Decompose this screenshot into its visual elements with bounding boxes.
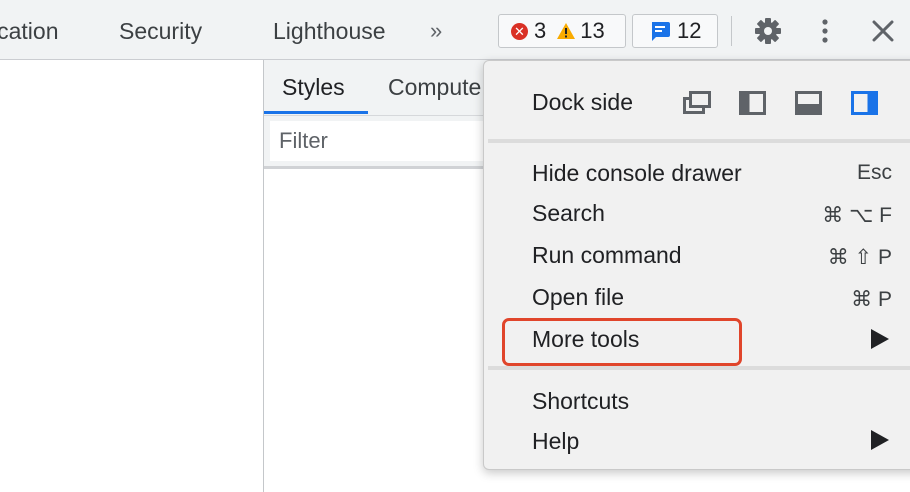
- dock-side-label: Dock side: [532, 89, 633, 115]
- menu-item-search[interactable]: Search: [532, 200, 605, 227]
- devtools-window: ication Security Lighthouse » ✕ 3 13 12: [0, 0, 910, 492]
- more-tabs-button[interactable]: »: [430, 0, 442, 60]
- close-icon[interactable]: [868, 16, 898, 46]
- menu-divider: [488, 366, 910, 370]
- toolbar-divider: [731, 16, 732, 46]
- errors-count: 3: [534, 18, 547, 43]
- message-icon: [652, 22, 670, 41]
- issues-counter[interactable]: 12: [632, 14, 718, 48]
- menu-item-run-command[interactable]: Run command: [532, 242, 682, 269]
- menu-item-help[interactable]: Help: [532, 428, 579, 455]
- tab-lighthouse[interactable]: Lighthouse: [273, 0, 386, 60]
- tab-application[interactable]: ication: [0, 0, 58, 60]
- menu-item-open-file[interactable]: Open file: [532, 284, 624, 311]
- gear-icon[interactable]: [753, 16, 783, 46]
- shortcut-search: ⌘ ⌥ F: [822, 204, 892, 227]
- highlight-box: [502, 318, 742, 366]
- submenu-arrow-icon: [871, 430, 889, 450]
- devtools-settings-menu: Dock side Hide console drawer Esc Search…: [483, 60, 910, 470]
- dock-left-icon[interactable]: [738, 90, 768, 116]
- shortcut-run-command: ⌘ ⇧ P: [827, 246, 892, 269]
- tab-styles[interactable]: Styles: [282, 60, 345, 114]
- tab-security[interactable]: Security: [119, 0, 202, 60]
- errors-warnings-counter[interactable]: ✕ 3 13: [498, 14, 626, 48]
- shortcut-open-file: ⌘ P: [851, 288, 892, 311]
- menu-item-hide-console-drawer[interactable]: Hide console drawer: [532, 160, 742, 187]
- active-tab-indicator: [264, 111, 368, 114]
- kebab-icon[interactable]: [810, 16, 840, 46]
- issues-count: 12: [677, 18, 702, 43]
- error-icon: ✕: [511, 22, 528, 40]
- undock-window-icon[interactable]: [683, 90, 713, 116]
- menu-divider: [488, 139, 910, 143]
- devtools-tabbar: ication Security Lighthouse » ✕ 3 13 12: [0, 0, 910, 60]
- menu-item-shortcuts[interactable]: Shortcuts: [532, 388, 629, 415]
- tab-computed[interactable]: Compute: [388, 60, 481, 114]
- warning-icon: [557, 23, 576, 39]
- shortcut-hide-console-drawer: Esc: [856, 161, 892, 184]
- submenu-arrow-icon: [871, 329, 889, 349]
- warnings-count: 13: [580, 18, 605, 43]
- dock-right-icon[interactable]: [850, 90, 880, 116]
- dock-bottom-icon[interactable]: [794, 90, 824, 116]
